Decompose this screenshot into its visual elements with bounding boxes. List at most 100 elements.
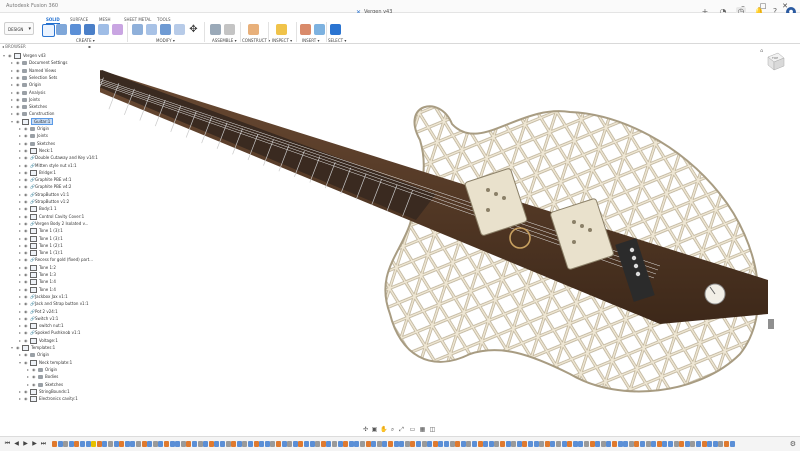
timeline-feature[interactable] (393, 441, 399, 447)
browser-row[interactable]: ▸ ◉ 🔗Recess for gold (fixed) part... (19, 256, 93, 263)
tab-solid[interactable]: SOLID (46, 17, 60, 24)
timeline-feature[interactable] (449, 441, 455, 447)
timeline-feature[interactable] (320, 441, 326, 447)
browser-row[interactable]: ▸ ◉ Tone 1:4 (19, 286, 56, 293)
timeline-feature[interactable] (231, 441, 237, 447)
timeline-feature[interactable] (113, 441, 119, 447)
timeline-feature[interactable] (399, 441, 405, 447)
new-component-icon[interactable] (210, 24, 221, 35)
timeline-feature[interactable] (348, 441, 354, 447)
timeline-feature[interactable] (326, 441, 332, 447)
browser-row[interactable]: ▸ ◉ Sketches (19, 140, 55, 147)
gear-icon[interactable]: ⚙ (790, 440, 796, 448)
tab-sheet-metal[interactable]: SHEET METAL (124, 17, 151, 22)
select-menu[interactable]: SELECT ▾ (328, 38, 346, 43)
timeline-feature[interactable] (337, 441, 343, 447)
pan-icon[interactable]: ✋ (380, 426, 387, 433)
tab-tools[interactable]: TOOLS (157, 17, 171, 22)
browser-row[interactable]: ▸ ◉ Origin (19, 351, 49, 358)
timeline-feature[interactable] (410, 441, 416, 447)
revolve-icon[interactable] (70, 24, 81, 35)
timeline-feature[interactable] (472, 441, 477, 447)
timeline-feature[interactable] (488, 441, 494, 447)
timeline-feature[interactable] (500, 441, 505, 447)
insert-image-icon[interactable] (314, 24, 325, 35)
timeline-feature[interactable] (281, 441, 287, 447)
timeline-feature[interactable] (477, 441, 483, 447)
timeline-feature[interactable] (309, 441, 315, 447)
timeline-feature[interactable] (416, 441, 421, 447)
timeline-feature[interactable] (404, 441, 410, 447)
timeline-feature[interactable] (432, 441, 438, 447)
browser-row[interactable]: ▾ ◉ Guitar:1 (11, 117, 54, 125)
browser-row[interactable]: ▸ ◉ Bodies (27, 373, 58, 380)
timeline-feature[interactable] (707, 441, 713, 447)
timeline-feature[interactable] (63, 441, 69, 447)
timeline-feature[interactable] (668, 441, 673, 447)
browser-row[interactable]: ▸ ◉ Selection Sets (11, 74, 57, 81)
timeline-feature[interactable] (690, 441, 696, 447)
tab-surface[interactable]: SURFACE (70, 17, 88, 22)
timeline-feature[interactable] (651, 441, 657, 447)
timeline-feature[interactable] (696, 441, 701, 447)
timeline-feature[interactable] (460, 441, 466, 447)
timeline-feature[interactable] (197, 441, 203, 447)
timeline-feature[interactable] (152, 441, 158, 447)
timeline-feature[interactable] (360, 441, 365, 447)
timeline-feature[interactable] (656, 441, 662, 447)
timeline-feature[interactable] (298, 441, 304, 447)
grid-settings-icon[interactable]: ▦ (419, 426, 426, 433)
timeline-feature[interactable] (516, 441, 522, 447)
timeline-feature[interactable] (455, 441, 461, 447)
timeline-feature[interactable] (96, 441, 102, 447)
timeline-feature[interactable] (718, 441, 724, 447)
timeline-feature[interactable] (102, 441, 108, 447)
browser-row[interactable]: ▸ ◉ Origin (11, 81, 41, 88)
browser-row[interactable]: ▸ ◉ switch nut:1 (19, 322, 64, 330)
browser-row[interactable]: ▸ ◉ Bridge:1 (19, 169, 56, 176)
inspect-menu[interactable]: INSPECT ▾ (272, 38, 292, 43)
timeline-feature[interactable] (236, 441, 242, 447)
timeline-feature[interactable] (270, 441, 276, 447)
timeline-feature[interactable] (208, 441, 214, 447)
timeline-feature[interactable] (158, 441, 164, 447)
browser-row[interactable]: ▸ ◉ Tone 1 (3):1 (19, 227, 63, 235)
browser-row[interactable]: ▸ ◉ Neck:1 (19, 147, 53, 154)
timeline-feature[interactable] (332, 441, 337, 447)
timeline-feature[interactable] (108, 441, 113, 447)
construct-menu[interactable]: CONSTRUCT ▾ (242, 38, 270, 43)
browser-row[interactable]: ▸ ◉ 🔗StrapButton v1:2 (19, 198, 69, 205)
browser-row[interactable]: ▸ ◉ 🔗Jack and Strap button v1:1 (19, 300, 89, 307)
timeline-feature[interactable] (544, 441, 550, 447)
insert-menu[interactable]: INSERT ▾ (302, 38, 319, 43)
timeline-feature[interactable] (74, 441, 80, 447)
timeline-feature[interactable] (511, 441, 517, 447)
step-back-icon[interactable]: ◀ (13, 440, 20, 447)
viewports-icon[interactable]: ◫ (429, 426, 436, 433)
tab-mesh[interactable]: MESH (99, 17, 111, 22)
timeline-feature[interactable] (52, 441, 57, 447)
workspace-switcher-button[interactable]: DESIGN ▾ (4, 22, 34, 35)
timeline-feature[interactable] (612, 441, 617, 447)
select-icon[interactable] (330, 24, 341, 35)
timeline-feature[interactable] (253, 441, 259, 447)
timeline-feature[interactable] (505, 441, 511, 447)
timeline-feature[interactable] (304, 441, 309, 447)
browser-row[interactable]: ▸ ◉ 🔗Jackbox Jax v1:1 (19, 293, 68, 300)
browser-row[interactable]: ▸ ◉ Tone 1:2 (19, 264, 56, 271)
go-to-end-icon[interactable]: ⏭ (40, 440, 47, 447)
timeline-feature[interactable] (57, 441, 63, 447)
hole-icon[interactable] (84, 24, 95, 35)
form-icon[interactable] (112, 24, 123, 35)
play-icon[interactable]: ▶ (22, 440, 29, 447)
press-pull-icon[interactable] (132, 24, 143, 35)
timeline-feature[interactable] (85, 441, 91, 447)
timeline-feature[interactable] (567, 441, 573, 447)
timeline-feature[interactable] (729, 441, 735, 447)
timeline-feature[interactable] (483, 441, 489, 447)
timeline-feature[interactable] (595, 441, 601, 447)
chamfer-icon[interactable] (160, 24, 171, 35)
timeline-feature[interactable] (119, 441, 125, 447)
timeline-feature[interactable] (634, 441, 640, 447)
timeline-feature[interactable] (164, 441, 169, 447)
